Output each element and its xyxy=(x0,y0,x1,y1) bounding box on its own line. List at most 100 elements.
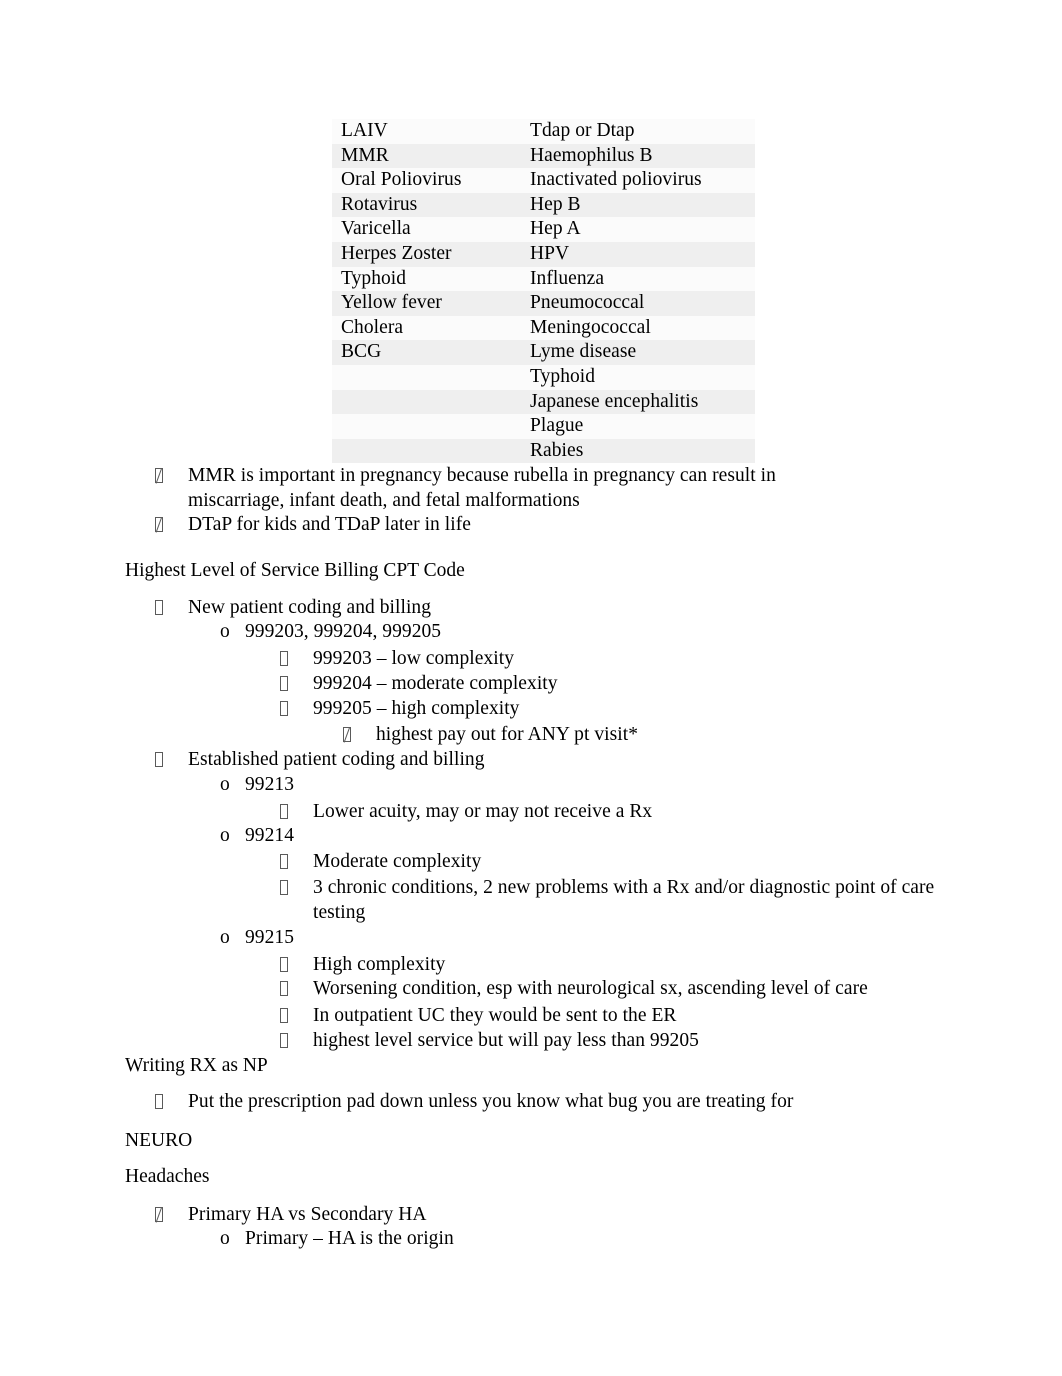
list-item-label: 999203 – low complexity xyxy=(313,648,515,669)
tofu-bullet-icon xyxy=(280,850,313,875)
vaccine-live-cell xyxy=(332,389,521,415)
tofu-bullet-icon xyxy=(155,1090,188,1115)
list-item-label: Established patient coding and billing xyxy=(188,749,485,770)
tofu-bullet-icon xyxy=(155,748,188,773)
vaccine-live-cell: Varicella xyxy=(332,217,521,242)
list-item-label: 999205 – high complexity xyxy=(313,698,520,719)
list-item: highest pay out for ANY pt visit* xyxy=(343,723,638,748)
list-item: 999204 – moderate complexity xyxy=(280,672,558,697)
section-heading-billing: Highest Level of Service Billing CPT Cod… xyxy=(125,560,465,581)
tofu-slash-bullet-icon xyxy=(155,513,188,538)
tofu-bullet-icon xyxy=(280,697,313,722)
list-item: o 99215 xyxy=(220,926,294,951)
list-item-label: highest level service but will pay less … xyxy=(313,1030,699,1051)
list-item: o 99213 xyxy=(220,773,294,798)
vaccine-inactivated-cell: Pneumococcal xyxy=(521,291,755,316)
vaccine-live-cell: Typhoid xyxy=(332,266,521,292)
vaccine-inactivated-cell: Japanese encephalitis xyxy=(521,389,755,415)
table-row: Typhoid Influenza xyxy=(332,266,755,292)
vaccine-inactivated-cell: Influenza xyxy=(521,266,755,292)
table-row: Cholera Meningococcal xyxy=(332,315,755,341)
tofu-bullet-icon xyxy=(280,800,313,825)
list-item-label: DTaP for kids and TDaP later in life xyxy=(188,514,471,535)
vaccine-inactivated-cell: Tdap or Dtap xyxy=(521,119,755,144)
circle-marker-icon: o xyxy=(220,927,230,948)
list-item-label: MMR is important in pregnancy because ru… xyxy=(188,465,776,511)
section-heading-writing-rx: Writing RX as NP xyxy=(125,1055,268,1076)
list-item: Lower acuity, may or may not receive a R… xyxy=(280,800,652,825)
circle-marker-icon: o xyxy=(220,1228,230,1249)
vaccine-inactivated-cell: Lyme disease xyxy=(521,340,755,365)
tofu-bullet-icon xyxy=(280,672,313,697)
list-item: In outpatient UC they would be sent to t… xyxy=(280,1004,677,1029)
table-row: LAIV Tdap or Dtap xyxy=(332,119,755,144)
list-item: New patient coding and billing xyxy=(155,596,431,621)
vaccine-inactivated-cell: Haemophilus B xyxy=(521,143,755,169)
list-item: highest level service but will pay less … xyxy=(280,1029,699,1054)
table-row: BCG Lyme disease xyxy=(332,340,755,365)
list-item-label: 99214 xyxy=(245,825,294,846)
list-item: High complexity xyxy=(280,953,445,978)
vaccine-table: LAIV Tdap or Dtap MMR Haemophilus B Oral… xyxy=(332,119,755,464)
table-row: Rotavirus Hep B xyxy=(332,192,755,218)
tofu-bullet-icon xyxy=(280,977,313,1002)
section-heading-neuro: NEURO xyxy=(125,1130,193,1151)
vaccine-inactivated-cell: Hep A xyxy=(521,217,755,242)
list-item-label: Primary – HA is the origin xyxy=(245,1228,454,1249)
tofu-bullet-icon xyxy=(280,1004,313,1029)
list-item-label: High complexity xyxy=(313,954,446,975)
list-item-label: 99215 xyxy=(245,927,294,948)
list-item: Put the prescription pad down unless you… xyxy=(155,1090,793,1115)
vaccine-live-cell xyxy=(332,364,521,390)
circle-marker-icon: o xyxy=(220,774,230,795)
list-item: 3 chronic conditions, 2 new problems wit… xyxy=(280,876,940,926)
list-item: 999203 – low complexity xyxy=(280,647,514,672)
section-subheading-headaches: Headaches xyxy=(125,1166,210,1187)
vaccine-inactivated-cell: Inactivated poliovirus xyxy=(521,168,755,193)
list-item: Primary HA vs Secondary HA xyxy=(155,1203,427,1228)
vaccine-live-cell: MMR xyxy=(332,143,521,169)
list-item-label: 999203, 999204, 999205 xyxy=(245,621,442,642)
vaccine-live-cell xyxy=(332,438,521,464)
tofu-slash-bullet-icon xyxy=(155,464,188,514)
tofu-bullet-icon xyxy=(280,647,313,672)
list-item-label: Primary HA vs Secondary HA xyxy=(188,1204,427,1225)
list-item: o 99214 xyxy=(220,824,294,849)
document-page: LAIV Tdap or Dtap MMR Haemophilus B Oral… xyxy=(0,0,1062,1376)
list-item: Moderate complexity xyxy=(280,850,481,875)
vaccine-inactivated-cell: HPV xyxy=(521,241,755,267)
list-item-label: Lower acuity, may or may not receive a R… xyxy=(313,801,653,822)
list-item: o 999203, 999204, 999205 xyxy=(220,620,441,645)
table-row: Plague xyxy=(332,414,755,439)
list-item-label: 999204 – moderate complexity xyxy=(313,673,558,694)
vaccine-inactivated-cell: Plague xyxy=(521,414,755,439)
tofu-bullet-icon xyxy=(155,596,188,621)
vaccine-live-cell: BCG xyxy=(332,340,521,365)
list-item-label: Worsening condition, esp with neurologic… xyxy=(313,978,868,999)
list-item: 999205 – high complexity xyxy=(280,697,519,722)
circle-marker-icon: o xyxy=(220,825,230,846)
table-row: Japanese encephalitis xyxy=(332,389,755,415)
table-row: Typhoid xyxy=(332,364,755,390)
vaccine-inactivated-cell: Typhoid xyxy=(521,364,755,390)
tofu-slash-bullet-icon xyxy=(155,1203,188,1228)
table-row: Rabies xyxy=(332,438,755,464)
tofu-bullet-icon xyxy=(280,1029,313,1054)
table-row: Yellow fever Pneumococcal xyxy=(332,291,755,316)
list-item-label: Moderate complexity xyxy=(313,851,482,872)
vaccine-live-cell: Yellow fever xyxy=(332,291,521,316)
table-row: Oral Poliovirus Inactivated poliovirus xyxy=(332,168,755,193)
vaccine-live-cell xyxy=(332,414,521,439)
vaccine-live-cell: Cholera xyxy=(332,315,521,341)
vaccine-table-body: LAIV Tdap or Dtap MMR Haemophilus B Oral… xyxy=(332,119,755,464)
list-item: o Primary – HA is the origin xyxy=(220,1227,454,1252)
table-row: MMR Haemophilus B xyxy=(332,143,755,169)
list-item: Worsening condition, esp with neurologic… xyxy=(280,977,868,1002)
table-row: Herpes Zoster HPV xyxy=(332,241,755,267)
vaccine-live-cell: Oral Poliovirus xyxy=(332,168,521,193)
list-item: MMR is important in pregnancy because ru… xyxy=(155,464,795,514)
list-item-label: 3 chronic conditions, 2 new problems wit… xyxy=(313,877,935,923)
circle-marker-icon: o xyxy=(220,621,230,642)
vaccine-inactivated-cell: Meningococcal xyxy=(521,315,755,341)
vaccine-live-cell: Herpes Zoster xyxy=(332,241,521,267)
